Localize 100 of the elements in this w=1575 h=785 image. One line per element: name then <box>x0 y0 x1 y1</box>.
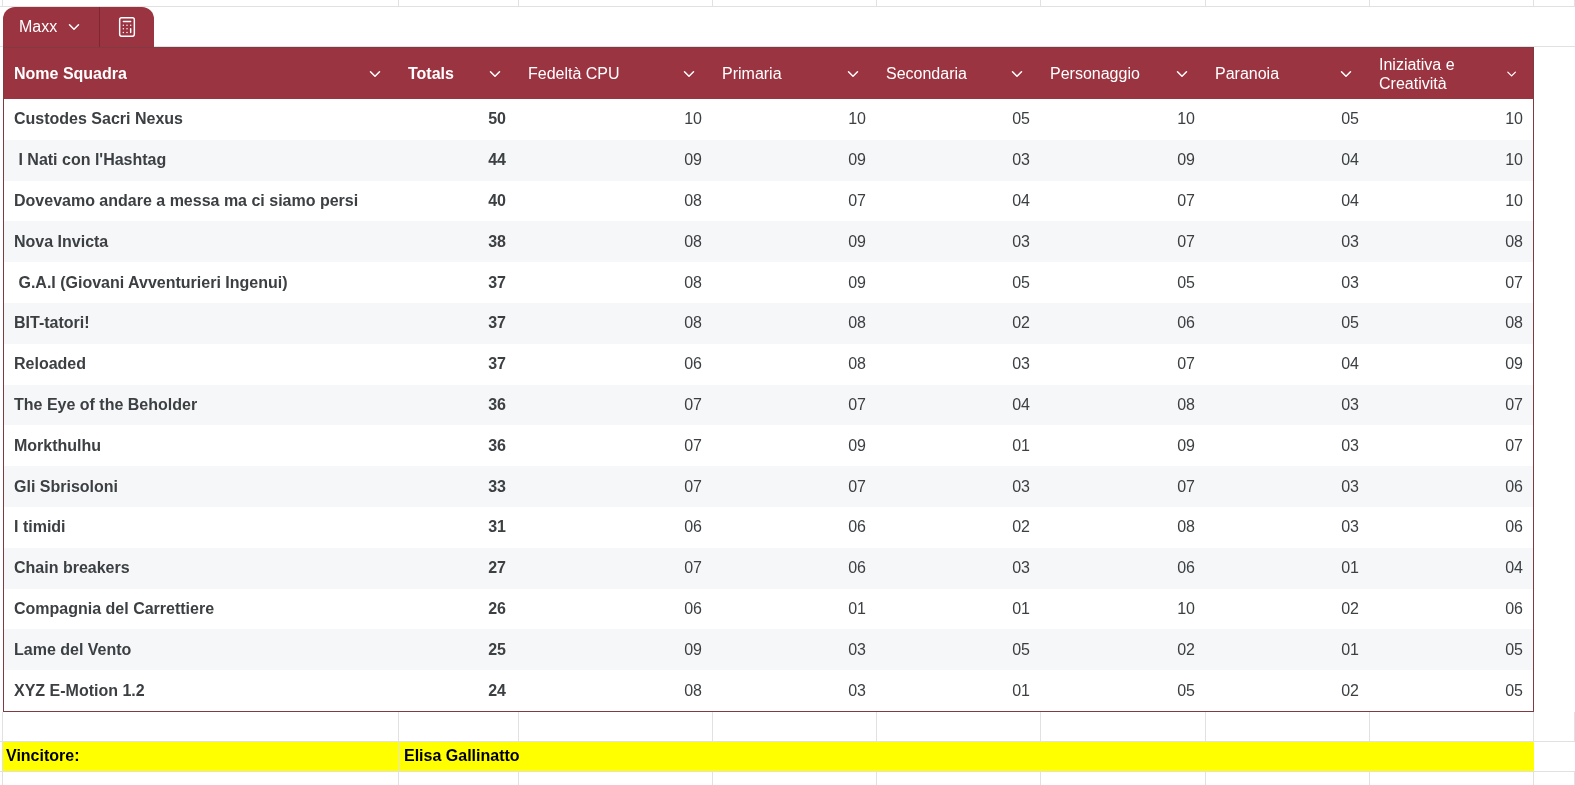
table-cell-text: 07 <box>847 476 867 497</box>
column-header[interactable]: Nome Squadra <box>4 48 398 99</box>
column-header[interactable]: Fedeltà CPU <box>518 48 712 99</box>
table-cell-text: 02 <box>1340 680 1360 701</box>
table-cell-text: 10 <box>1504 150 1524 171</box>
table-cell-text: 31 <box>487 517 507 538</box>
table-cell-text: 44 <box>487 150 507 171</box>
table-cell-text: 03 <box>1011 476 1031 497</box>
table-cell-text: 08 <box>683 231 703 252</box>
table-cell-text: 36 <box>487 394 507 415</box>
winner-label: Vincitore: <box>3 741 399 772</box>
table-cell-text: 09 <box>1504 354 1524 375</box>
table-cell-text: 06 <box>1176 313 1196 334</box>
table-cell-text: 03 <box>1011 558 1031 579</box>
table-cell-text: 27 <box>487 558 507 579</box>
column-header[interactable]: Totals <box>398 48 518 99</box>
table-cell-text: 02 <box>1340 598 1360 619</box>
table-cell-text: 26 <box>487 598 507 619</box>
table-cell-text: 08 <box>683 272 703 293</box>
table-cell-text: 08 <box>683 680 703 701</box>
column-header[interactable]: Iniziativa e Creatività <box>1369 48 1533 99</box>
table-cell-text: 37 <box>487 272 507 293</box>
table-cell-text: 25 <box>487 639 507 660</box>
table-tab[interactable]: Maxx <box>3 7 155 47</box>
table-cell-text: 37 <box>487 354 507 375</box>
table-cell-text: 40 <box>487 191 507 211</box>
table-cell-text: 06 <box>847 517 867 538</box>
table-cell-text: 05 <box>1176 680 1196 701</box>
table-cell-text: 08 <box>683 313 703 334</box>
table-cell-text: 08 <box>847 313 867 334</box>
table-cell-text: 10 <box>1504 191 1524 211</box>
table-cell-text: 03 <box>847 680 867 701</box>
table-cell-text: 33 <box>487 476 507 497</box>
table-cell-text: 08 <box>683 191 703 211</box>
column-header[interactable]: Primaria <box>712 48 876 99</box>
table-cell-text: 38 <box>487 231 507 252</box>
table-cell-text: G.A.I (Giovani Avventurieri Ingenui) <box>17 272 289 293</box>
table-cell-text: 08 <box>1176 517 1196 538</box>
table-cell-text: BIT-tatori! <box>13 313 91 334</box>
table-cell-text: 03 <box>1011 150 1031 171</box>
column-header[interactable]: Paranoia <box>1205 48 1369 99</box>
table-cell-text: Compagnia del Carrettiere <box>13 598 216 619</box>
table-cell-text: 04 <box>1011 394 1031 415</box>
table-cell-text: 06 <box>683 354 703 375</box>
table-cell-text: 04 <box>1011 191 1031 211</box>
table-cell-text: Nova Invicta <box>13 231 110 252</box>
table-cell-text: 06 <box>1176 558 1196 579</box>
table-cell-text: 03 <box>1340 435 1360 456</box>
table-name-button[interactable]: Maxx <box>3 7 100 47</box>
table-cell-text: 07 <box>683 558 703 579</box>
table-cell-text: 07 <box>1176 476 1196 497</box>
table-cell-text: 05 <box>1011 639 1031 660</box>
table-cell-text: 37 <box>487 313 507 334</box>
winner-name: Elisa Gallinatto <box>399 741 1534 772</box>
column-header[interactable]: Personaggio <box>1040 48 1205 99</box>
table-cell-text: Chain breakers <box>13 558 131 579</box>
table-cell-text: 10 <box>847 109 867 130</box>
table-cell-text: 04 <box>1340 354 1360 375</box>
table-cell-text: 01 <box>1340 558 1360 579</box>
table-cell-text: 09 <box>683 150 703 171</box>
table-cell-text: Lame del Vento <box>13 639 133 660</box>
table-cell-text: Gli Sbrisoloni <box>13 476 119 497</box>
table-cell-text: 03 <box>1340 517 1360 538</box>
table-cell-text: 07 <box>847 394 867 415</box>
table-cell-text: The Eye of the Beholder <box>13 394 199 415</box>
table-cell-text: 01 <box>1011 598 1031 619</box>
table-cell-text: 08 <box>1504 231 1524 252</box>
table-cell-text: 09 <box>847 435 867 456</box>
table-cell-text: 07 <box>1176 191 1196 211</box>
table-cell-text: 08 <box>1176 394 1196 415</box>
table-cell-text: I timidi <box>13 517 67 538</box>
table-cell-text: 07 <box>683 476 703 497</box>
table-cell-text: 01 <box>1011 435 1031 456</box>
table-cell-text: 03 <box>1340 272 1360 293</box>
table-cell-text: 09 <box>847 150 867 171</box>
table-cell-text: 10 <box>1176 109 1196 130</box>
table-cell-text: Dovevamo andare a messa ma ci siamo persi <box>13 191 360 211</box>
table-cell-text: 05 <box>1340 313 1360 334</box>
table-cell-text: 02 <box>1011 313 1031 334</box>
table-cell-text: 06 <box>1504 517 1524 538</box>
table-cell-text: 05 <box>1504 639 1524 660</box>
table-cell-text: 03 <box>1011 354 1031 375</box>
table-cell-text: 07 <box>683 394 703 415</box>
table-cell-text: 08 <box>1504 313 1524 334</box>
table-cell-text: 05 <box>1340 109 1360 130</box>
table-cell-text: 09 <box>847 272 867 293</box>
table-cell-text: 24 <box>487 680 507 701</box>
table-cell-text: 05 <box>1011 109 1031 130</box>
table-cell-text: 07 <box>1504 435 1524 456</box>
table-cell-text: 06 <box>1504 598 1524 619</box>
table-cell-text: Morkthulhu <box>13 435 103 456</box>
table-cell-text: 04 <box>1504 558 1524 579</box>
table-cell-text: 06 <box>683 598 703 619</box>
column-header[interactable]: Secondaria <box>876 48 1040 99</box>
table-cell-text: Reloaded <box>13 354 87 375</box>
table-cell-text: 07 <box>1504 394 1524 415</box>
table-cell-text: 04 <box>1340 150 1360 171</box>
table-cell-text: 01 <box>847 598 867 619</box>
table-cell-text: 50 <box>487 109 507 130</box>
table-cell-text: 03 <box>1011 231 1031 252</box>
